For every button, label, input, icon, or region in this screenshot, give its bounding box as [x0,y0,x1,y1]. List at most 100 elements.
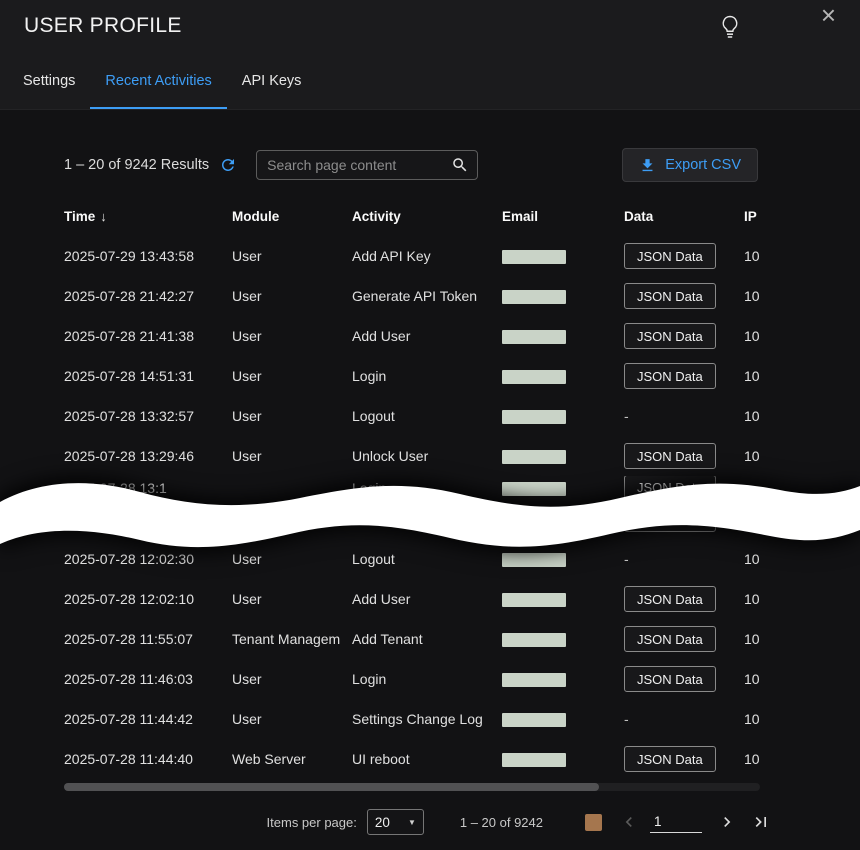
cell-time: 2025-07-28 11:44:40 [64,751,232,767]
next-page-button[interactable] [716,811,738,833]
redacted-email [502,513,566,527]
json-data-button[interactable]: JSON Data [624,666,716,692]
cell-activity: Logout [352,551,502,567]
cell-time: 2025-07-28 21:42:27 [64,288,232,304]
first-page-swatch-icon[interactable] [585,814,602,831]
tab-api-keys[interactable]: API Keys [227,54,317,109]
paginator: Items per page: 20 ▼ 1 – 20 of 9242 [0,800,860,844]
cell-module: User [232,551,352,567]
cell-email [502,248,624,264]
cell-module: User [232,408,352,424]
cell-time: 2025-07-28 11:46:03 [64,671,232,687]
json-data-button[interactable]: JSON Data [624,283,716,309]
redacted-email [502,482,566,496]
cell-data: JSON Data [624,626,744,652]
cell-activity: Settings Change Log [352,711,502,727]
cell-module: Web Server [232,751,352,767]
column-header-module[interactable]: Module [232,209,352,224]
cell-email [502,591,624,607]
cell-activity: Logout [352,408,502,424]
json-data-button[interactable]: JSON Data [624,626,716,652]
cell-data: - [624,408,744,424]
table-row: 2025-07-28 13:29:46 User Unlock User JSO… [64,436,760,476]
cell-email [502,671,624,687]
column-header-time[interactable]: Time↓ [64,209,232,224]
redacted-email [502,753,566,767]
column-header-ip[interactable]: IP A [744,209,760,224]
search-input[interactable] [267,157,451,173]
json-data-button[interactable]: JSON Data [624,363,716,389]
cell-activity: UI reboot [352,751,502,767]
activity-table: Time↓ Module Activity Email Data IP A 20… [64,196,760,779]
cell-data: JSON Data [624,586,744,612]
cell-time: 2025-07-28 13:32:57 [64,408,232,424]
cell-ip: 10. [744,368,760,384]
table-row: 2025-07-28 11:55:07 Tenant Managem Add T… [64,619,760,659]
redacted-email [502,673,566,687]
no-data-dash: - [624,551,629,567]
no-data-dash: - [624,408,629,424]
json-data-button[interactable]: JSON Data [624,476,716,499]
horizontal-scrollbar[interactable] [64,783,760,791]
cell-data: - [624,551,744,567]
cell-time: 2025-07-29 13:43:58 [64,248,232,264]
table-row: 2025-07-28 11:44:42 User Settings Change… [64,699,760,739]
cell-email [502,551,624,567]
cell-data: JSON Data [624,363,744,389]
table-body: 2025-07-29 13:43:58 User Add API Key JSO… [64,236,760,779]
table-row: User JSON Data [64,499,760,539]
json-data-button[interactable]: JSON Data [624,506,716,532]
toolbar: 1 – 20 of 9242 Results [64,148,758,182]
user-profile-dialog: USER PROFILE × Settings Recent Activitie… [0,0,860,850]
redacted-email [502,633,566,647]
cell-activity: Add User [352,328,502,344]
export-csv-button[interactable]: Export CSV [622,148,758,182]
cell-data: JSON Data [624,666,744,692]
tab-bar: Settings Recent Activities API Keys [0,54,860,110]
table-row: 2025-07-28 13:32:57 User Logout - 10. [64,396,760,436]
tab-settings[interactable]: Settings [8,54,90,109]
table-header-row: Time↓ Module Activity Email Data IP A [64,196,760,236]
redacted-email [502,593,566,607]
column-header-email[interactable]: Email [502,209,624,224]
page-range-text: 1 – 20 of 9242 [460,815,543,830]
cell-ip: 10. [744,288,760,304]
refresh-icon[interactable] [219,156,237,174]
page-number-input[interactable] [650,811,702,833]
json-data-button[interactable]: JSON Data [624,746,716,772]
last-page-button[interactable] [750,811,772,833]
cell-activity: Login [352,368,502,384]
items-per-page-select[interactable]: 20 ▼ [367,809,424,835]
column-header-data[interactable]: Data [624,209,744,224]
cell-time: 2025-07-28 14:51:31 [64,368,232,384]
cell-email [502,479,624,495]
column-header-activity[interactable]: Activity [352,209,502,224]
cell-time: 2025-07-28 11:44:42 [64,711,232,727]
cell-module: User [232,591,352,607]
cell-time: 2025-07-28 12:02:30 [64,551,232,567]
cell-email [502,288,624,304]
table-row: 2025-07-28 21:42:27 User Generate API To… [64,276,760,316]
results-count: 1 – 20 of 9242 Results [64,157,209,173]
cell-module: Tenant Managem [232,631,352,647]
cell-email [502,448,624,464]
json-data-button[interactable]: JSON Data [624,443,716,469]
cell-ip: 10. [744,711,760,727]
cell-module: User [232,448,352,464]
json-data-button[interactable]: JSON Data [624,323,716,349]
cell-ip: 10. [744,328,760,344]
close-icon[interactable]: × [821,0,836,30]
table-row: 2025-07-28 11:46:03 User Login JSON Data… [64,659,760,699]
tab-recent-activities[interactable]: Recent Activities [90,54,226,109]
previous-page-button[interactable] [618,811,640,833]
json-data-button[interactable]: JSON Data [624,243,716,269]
cell-email [502,408,624,424]
search-icon[interactable] [451,156,469,174]
scrollbar-thumb[interactable] [64,783,599,791]
cell-ip: 10. [744,551,760,567]
lightbulb-icon[interactable] [720,15,740,39]
json-data-button[interactable]: JSON Data [624,586,716,612]
cell-email [502,751,624,767]
search-box[interactable] [256,150,478,180]
column-label-time: Time [64,209,95,224]
